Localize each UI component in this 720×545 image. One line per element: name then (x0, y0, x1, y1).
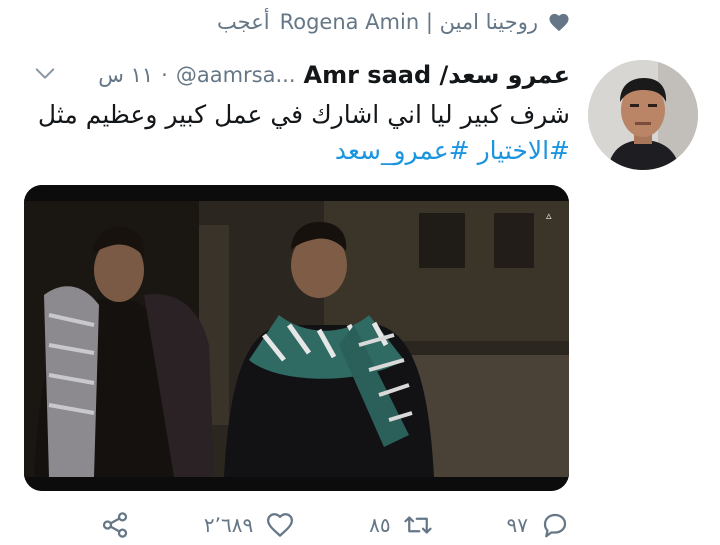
liked-by-user-name[interactable]: روجينا امين | Rogena Amin (280, 10, 538, 34)
retweet-count: ٨٥ (369, 513, 391, 537)
reply-action[interactable]: ٩٧ (507, 510, 570, 540)
share-icon (102, 512, 128, 538)
reply-icon (543, 513, 567, 538)
chevron-down-icon[interactable] (34, 64, 56, 84)
share-action[interactable] (100, 510, 130, 540)
video-badge-icon: ▵ (546, 209, 552, 222)
like-action[interactable]: ٢٬٦٨٩ (204, 510, 295, 540)
like-count: ٢٬٦٨٩ (203, 513, 254, 537)
author-display-name[interactable]: عمرو سعد/ Amr saad (304, 61, 570, 89)
tweet-actions: ٩٧ ٨٥ ٢٬٦٨٩ (100, 505, 570, 545)
retweet-action[interactable]: ٨٥ (369, 510, 432, 540)
tweet-text-line: شرف كبير ليا اني اشارك في عمل كبير وعظيم… (37, 100, 570, 129)
retweet-icon (404, 516, 432, 534)
reply-count: ٩٧ (506, 513, 528, 537)
social-context-liked-by: روجينا امين | Rogena Amin أعجب (217, 10, 570, 34)
tweet-hashtags[interactable]: #الاختيار #عمرو_سعد (30, 133, 570, 169)
tweet-header: عمرو سعد/ Amr saad @aamrsa... · ١١ س (24, 58, 570, 92)
avatar-image (588, 60, 698, 170)
liked-by-verb: أعجب (217, 10, 270, 34)
video-frame: ▵ (24, 185, 569, 491)
tweet-timestamp[interactable]: ١١ س (98, 63, 153, 87)
heart-icon (549, 13, 569, 32)
avatar[interactable] (588, 60, 698, 170)
like-icon (267, 513, 294, 537)
tweet-text: شرف كبير ليا اني اشارك في عمل كبير وعظيم… (30, 97, 570, 169)
author-handle[interactable]: @aamrsa... (176, 63, 296, 87)
separator-dot: · (161, 63, 168, 87)
tweet-video[interactable]: ▵ (24, 185, 569, 491)
